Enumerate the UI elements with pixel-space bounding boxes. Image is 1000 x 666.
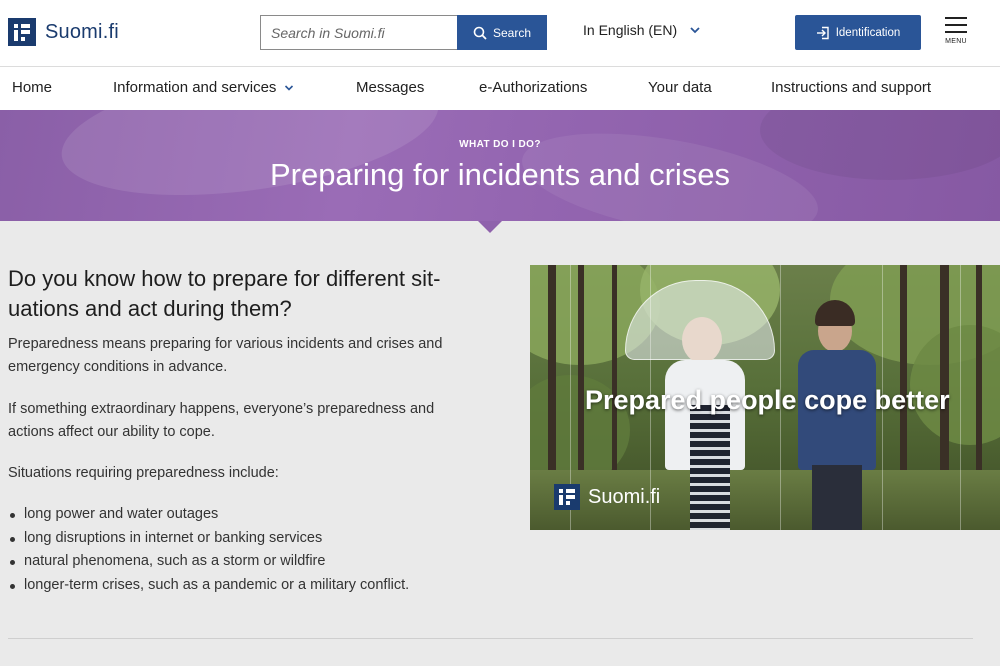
nav-item-messages[interactable]: Messages	[356, 79, 424, 96]
language-selector[interactable]: In English (EN)	[583, 22, 701, 38]
menu-label: MENU	[945, 38, 967, 45]
menu-button[interactable]: MENU	[940, 14, 972, 54]
nav-item-label: Information and services	[113, 79, 277, 96]
nav-item-label: Your data	[648, 79, 712, 96]
heading-line-2: uations and act during them?	[8, 296, 292, 321]
list-item: long disruptions in internet or banking …	[8, 527, 488, 551]
language-label: In English (EN)	[583, 22, 678, 38]
hero-kicker: WHAT DO I DO?	[459, 139, 541, 150]
suomi-logo-icon	[8, 18, 36, 46]
logo-text: Suomi.fi	[45, 20, 119, 43]
list-item: long power and water outages	[8, 503, 488, 527]
image-logo-text: Suomi.fi	[588, 485, 661, 508]
paragraph: Preparedness means preparing for various…	[8, 336, 443, 375]
image-logo: Suomi.fi	[554, 484, 660, 510]
list-item: natural phenomena, such as a storm or wi…	[8, 550, 488, 574]
nav-item-your-data[interactable]: Your data	[648, 79, 712, 96]
hamburger-icon	[945, 17, 967, 38]
image-caption: Prepared people cope better	[585, 385, 950, 415]
paragraph: Situations requiring preparedness includ…	[8, 465, 279, 481]
nav-item-home[interactable]: Home	[12, 79, 52, 96]
paragraph: If something extraordinary happens, ever…	[8, 401, 435, 440]
nav-item-label: Instructions and support	[771, 79, 932, 96]
nav-item-label: e-Authorizations	[479, 79, 588, 96]
nav-item-label: Messages	[356, 79, 425, 96]
list-item: longer-term crises, such as a pandemic o…	[8, 574, 488, 598]
nav-item-label: Home	[12, 79, 53, 96]
nav-item-information-and-services[interactable]: Information and services	[113, 79, 294, 96]
nav-item-instructions-and-support[interactable]: Instructions and support	[771, 79, 931, 96]
search-input[interactable]	[260, 15, 457, 50]
site-logo[interactable]: Suomi.fi	[8, 18, 119, 46]
hero-banner: WHAT DO I DO? Preparing for incidents an…	[0, 110, 1000, 221]
search-icon	[473, 26, 487, 40]
chevron-down-icon	[285, 84, 294, 91]
identification-label: Identification	[835, 26, 901, 39]
site-header: Suomi.fi Search In English (EN) Identifi…	[0, 0, 1000, 66]
search-button[interactable]: Search	[457, 15, 547, 50]
login-icon	[816, 26, 829, 39]
heading-line-1: Do you know how to prepare for different…	[8, 266, 441, 291]
section-heading: Do you know how to prepare for different…	[8, 264, 498, 324]
campaign-image: Prepared people cope better Suomi.fi	[530, 265, 1000, 530]
page-title: Preparing for incidents and crises	[269, 157, 731, 192]
nav-item-e-authorizations[interactable]: e-Authorizations	[479, 79, 587, 96]
chevron-down-icon	[690, 27, 700, 34]
preparedness-list: long power and water outages long disrup…	[8, 503, 488, 597]
main-navigation: Home Information and services Messages e…	[0, 66, 1000, 110]
suomi-logo-icon	[554, 484, 580, 510]
hero-pointer	[478, 221, 502, 233]
divider	[8, 638, 973, 639]
search-bar: Search	[260, 15, 547, 50]
search-button-label: Search	[492, 25, 532, 40]
identification-button[interactable]: Identification	[795, 15, 921, 50]
